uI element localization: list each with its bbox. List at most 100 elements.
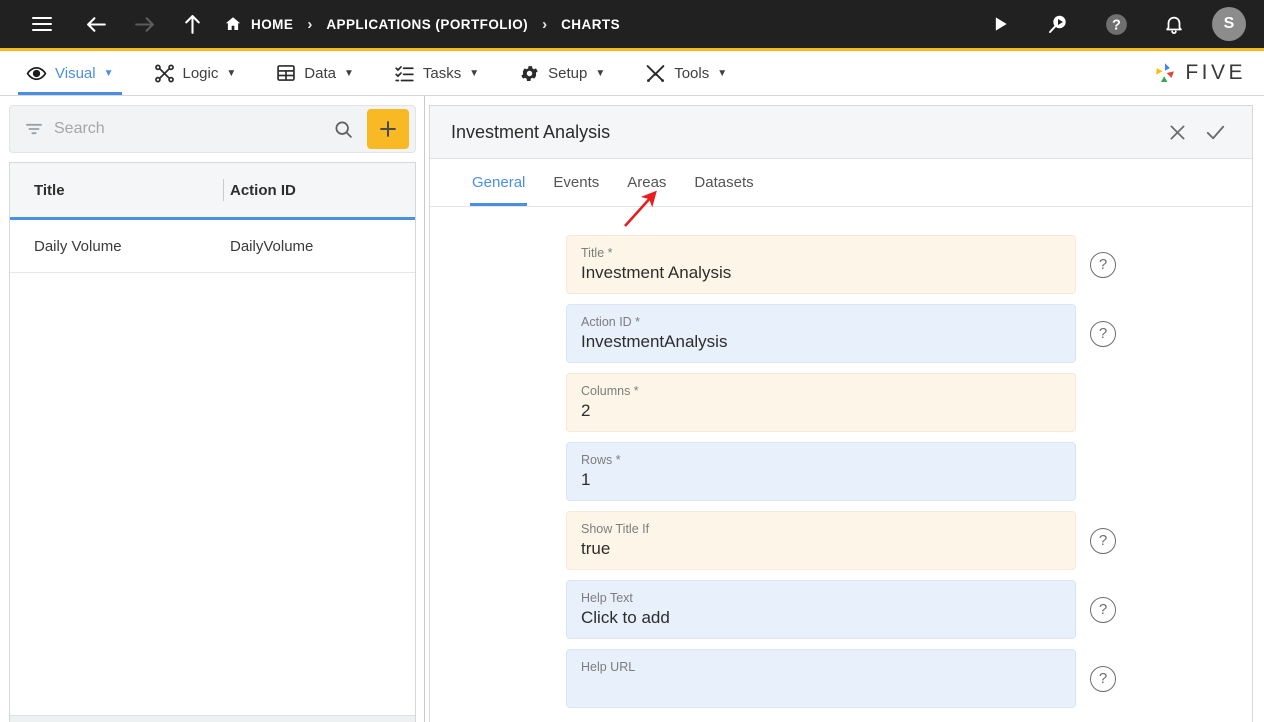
breadcrumb-charts-label: CHARTS bbox=[561, 16, 621, 32]
chevron-down-icon: ▼ bbox=[103, 67, 114, 79]
close-icon[interactable] bbox=[1158, 113, 1196, 151]
search-input[interactable] bbox=[54, 120, 322, 138]
notifications-bell-icon[interactable] bbox=[1154, 4, 1194, 44]
tools-icon bbox=[645, 63, 666, 84]
action-id-field[interactable]: Action ID * InvestmentAnalysis bbox=[566, 304, 1076, 363]
tab-general[interactable]: General bbox=[458, 159, 539, 206]
up-arrow-icon[interactable] bbox=[172, 4, 212, 44]
filter-icon[interactable] bbox=[20, 115, 48, 143]
help-icon-action-id-glyph: ? bbox=[1098, 325, 1108, 342]
back-arrow-icon[interactable] bbox=[76, 4, 116, 44]
field-row-help-text: Help Text Click to add ? bbox=[430, 580, 1252, 639]
menu-item-visual-label: Visual bbox=[55, 64, 96, 82]
hamburger-menu-icon[interactable] bbox=[22, 4, 62, 44]
help-text-field-label: Help Text bbox=[581, 591, 633, 605]
chevron-down-icon: ▼ bbox=[595, 67, 606, 79]
search-icon[interactable] bbox=[328, 114, 359, 145]
help-icon-title[interactable]: ? bbox=[1090, 251, 1116, 278]
help-icon-help-url[interactable]: ? bbox=[1090, 665, 1116, 692]
menu-item-tasks-label: Tasks bbox=[422, 64, 462, 82]
brand-logo: FIVE bbox=[1152, 51, 1246, 95]
rows-field-label: Rows * bbox=[581, 453, 621, 467]
grid-header-row: Title Action ID bbox=[10, 163, 415, 220]
tab-events[interactable]: Events bbox=[539, 159, 613, 206]
field-row-action-id: Action ID * InvestmentAnalysis ? bbox=[430, 304, 1252, 363]
breadcrumb-applications[interactable]: APPLICATIONS (PORTFOLIO) bbox=[326, 17, 528, 32]
field-row-title: Title * Investment Analysis ? bbox=[430, 235, 1252, 294]
field-row-columns: Columns * 2 bbox=[430, 373, 1252, 432]
left-list-pane: Title Action ID Daily Volume DailyVolume… bbox=[0, 96, 425, 722]
chevron-down-icon: ▼ bbox=[469, 67, 480, 79]
breadcrumb-charts[interactable]: CHARTS bbox=[561, 17, 620, 32]
topbar-left-group: HOME › APPLICATIONS (PORTFOLIO) › CHARTS bbox=[22, 4, 980, 44]
tab-datasets-label: Datasets bbox=[694, 174, 754, 191]
help-icon-help-url-glyph: ? bbox=[1098, 670, 1108, 687]
help-url-field[interactable]: Help URL bbox=[566, 649, 1076, 708]
top-navigation-bar: HOME › APPLICATIONS (PORTFOLIO) › CHARTS… bbox=[0, 0, 1264, 48]
tab-areas[interactable]: Areas bbox=[613, 159, 680, 206]
gear-icon bbox=[519, 63, 540, 84]
eye-icon bbox=[26, 63, 47, 84]
user-avatar[interactable]: S bbox=[1212, 7, 1246, 41]
search-bar bbox=[9, 105, 416, 153]
tab-datasets[interactable]: Datasets bbox=[680, 159, 767, 206]
field-row-show-title-if: Show Title If true ? bbox=[430, 511, 1252, 570]
menu-item-tools[interactable]: Tools ▼ bbox=[631, 51, 741, 95]
help-url-field-value bbox=[581, 675, 1061, 698]
run-icon[interactable] bbox=[980, 4, 1020, 44]
tab-general-label: General bbox=[472, 174, 526, 191]
forward-arrow-icon[interactable] bbox=[124, 4, 164, 44]
column-divider[interactable] bbox=[223, 179, 224, 201]
column-header-action-id[interactable]: Action ID bbox=[222, 182, 415, 199]
grid-body: Daily Volume DailyVolume bbox=[10, 220, 415, 715]
page-title: Investment Analysis bbox=[451, 121, 611, 142]
general-form: Title * Investment Analysis ? Action ID … bbox=[430, 207, 1252, 722]
detail-panel: Investment Analysis General Events Areas… bbox=[429, 105, 1253, 722]
menu-item-data[interactable]: Data ▼ bbox=[262, 51, 368, 95]
main-menu-bar: Visual ▼ Logic ▼ Data ▼ Tasks ▼ Setup ▼ … bbox=[0, 51, 1264, 96]
table-row[interactable]: Daily Volume DailyVolume bbox=[10, 220, 415, 273]
chevron-down-icon: ▼ bbox=[717, 67, 728, 79]
help-text-field-value: Click to add bbox=[581, 608, 670, 627]
workspace: Title Action ID Daily Volume DailyVolume… bbox=[0, 96, 1264, 722]
svg-text:?: ? bbox=[1112, 17, 1121, 33]
tasks-icon bbox=[394, 63, 415, 84]
help-icon-help-text-glyph: ? bbox=[1098, 601, 1108, 618]
action-id-field-value: InvestmentAnalysis bbox=[581, 332, 728, 351]
menu-item-setup[interactable]: Setup ▼ bbox=[505, 51, 619, 95]
rows-field[interactable]: Rows * 1 bbox=[566, 442, 1076, 501]
right-detail-pane: Investment Analysis General Events Areas… bbox=[425, 96, 1264, 722]
help-icon-show-title-if[interactable]: ? bbox=[1090, 527, 1116, 554]
title-field[interactable]: Title * Investment Analysis bbox=[566, 235, 1076, 294]
tab-events-label: Events bbox=[553, 174, 600, 191]
menu-item-tasks[interactable]: Tasks ▼ bbox=[380, 51, 493, 95]
column-header-title[interactable]: Title bbox=[10, 182, 222, 199]
add-record-button[interactable] bbox=[367, 109, 409, 149]
detail-tabs: General Events Areas Datasets bbox=[430, 159, 1252, 207]
menu-item-data-label: Data bbox=[304, 64, 336, 82]
search-run-icon[interactable] bbox=[1038, 4, 1078, 44]
columns-field-label: Columns * bbox=[581, 384, 639, 398]
columns-field[interactable]: Columns * 2 bbox=[566, 373, 1076, 432]
menu-item-visual[interactable]: Visual ▼ bbox=[12, 51, 128, 95]
breadcrumb-separator-2: › bbox=[542, 15, 548, 33]
help-icon[interactable]: ? bbox=[1096, 4, 1136, 44]
columns-field-value: 2 bbox=[581, 401, 591, 420]
chevron-down-icon: ▼ bbox=[226, 67, 237, 79]
help-icon-action-id[interactable]: ? bbox=[1090, 320, 1116, 347]
breadcrumb-home[interactable]: HOME bbox=[224, 15, 293, 33]
brand-name: FIVE bbox=[1185, 61, 1246, 84]
cell-title: Daily Volume bbox=[34, 237, 122, 255]
panel-header: Investment Analysis bbox=[430, 106, 1252, 159]
menu-item-logic[interactable]: Logic ▼ bbox=[140, 51, 251, 95]
show-title-if-field[interactable]: Show Title If true bbox=[566, 511, 1076, 570]
five-pinwheel-icon bbox=[1152, 60, 1178, 86]
confirm-check-icon[interactable] bbox=[1196, 113, 1234, 151]
help-icon-placeholder-rows bbox=[1090, 459, 1116, 485]
breadcrumb-home-label: HOME bbox=[251, 16, 294, 32]
help-url-field-label: Help URL bbox=[581, 660, 636, 674]
help-text-field[interactable]: Help Text Click to add bbox=[566, 580, 1076, 639]
help-icon-help-text[interactable]: ? bbox=[1090, 596, 1116, 623]
breadcrumb-separator-1: › bbox=[307, 15, 313, 33]
help-icon-show-title-if-glyph: ? bbox=[1098, 532, 1108, 549]
